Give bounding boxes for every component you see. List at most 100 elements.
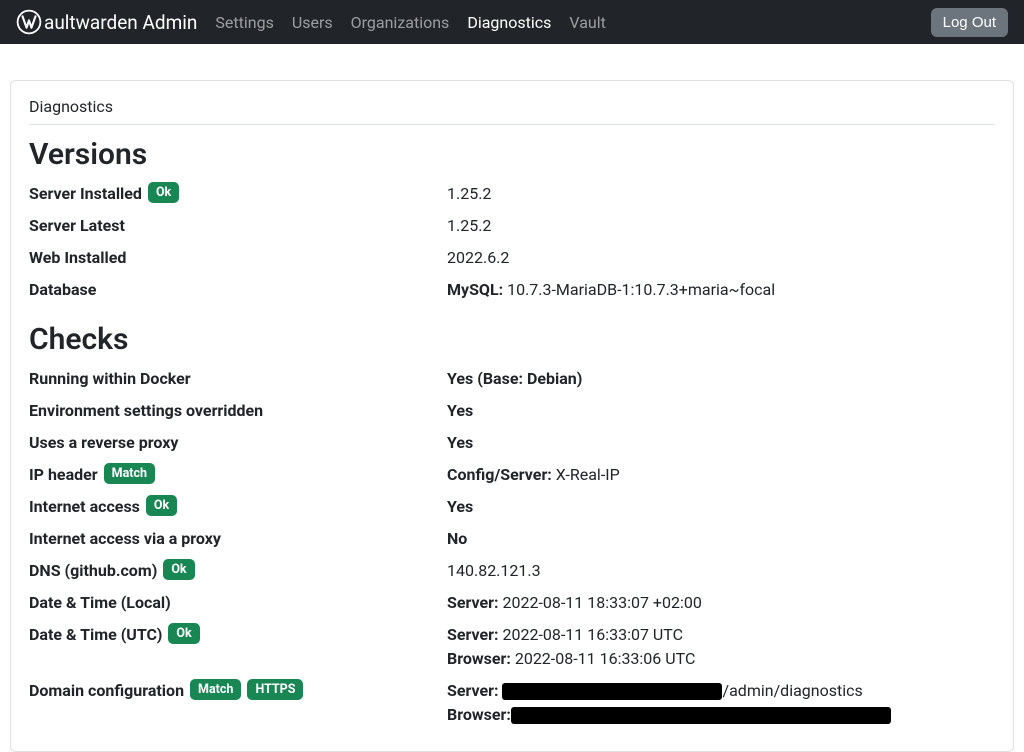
value-text: No <box>447 529 467 548</box>
row-label-text: Server Latest <box>29 214 125 238</box>
status-badge: HTTPS <box>247 679 303 700</box>
checks-heading: Checks <box>29 322 995 357</box>
value-text: 1.25.2 <box>447 216 491 235</box>
nav-link-users[interactable]: Users <box>292 13 333 32</box>
logo-icon <box>16 9 42 35</box>
diag-row: DNS (github.com) Ok 140.82.121.3 <box>29 559 995 583</box>
value-text: Yes <box>447 497 473 516</box>
row-label: Date & Time (UTC)Ok <box>29 623 447 671</box>
row-label-text: Internet access <box>29 495 140 519</box>
value-text: Browser: <box>447 649 515 668</box>
diag-row: Date & Time (UTC)OkServer: 2022-08-11 16… <box>29 623 995 671</box>
value-text: Config/Server: <box>447 465 556 484</box>
status-badge: Ok <box>148 182 179 203</box>
value-text: 2022-08-11 18:33:07 +02:00 <box>502 593 701 612</box>
checks-rows: Running within Docker Yes (Base: Debian) E… <box>29 367 995 727</box>
status-badge: Match <box>190 679 241 700</box>
diag-row: IP header Match Config/Server: X-Real-IP <box>29 463 995 487</box>
row-value: Server: 2022-08-11 16:33:07 UTCBrowser: … <box>447 623 995 671</box>
value-text: Yes <box>447 433 473 452</box>
diag-row: Running within Docker Yes (Base: Debian) <box>29 367 995 391</box>
row-value: 1.25.2 <box>447 182 995 206</box>
row-label: Server Latest <box>29 214 447 238</box>
diag-row: Environment settings overridden Yes <box>29 399 995 423</box>
row-label-text: Domain configuration <box>29 679 184 703</box>
row-label-text: DNS (github.com) <box>29 559 157 583</box>
row-value: 1.25.2 <box>447 214 995 238</box>
value-text: /admin/diagnostics <box>722 681 862 700</box>
nav-link-diagnostics[interactable]: Diagnostics <box>467 13 551 32</box>
value-text: 1.25.2 <box>447 184 491 203</box>
value-text: Browser: <box>447 705 511 724</box>
row-label: Internet access via a proxy <box>29 527 447 551</box>
status-badge: Ok <box>168 623 199 644</box>
row-label: Uses a reverse proxy <box>29 431 447 455</box>
nav-link-organizations[interactable]: Organizations <box>351 13 450 32</box>
versions-heading: Versions <box>29 137 995 172</box>
row-value: Yes (Base: Debian) <box>447 367 995 391</box>
row-label-text: Uses a reverse proxy <box>29 431 178 455</box>
diag-row: Uses a reverse proxy Yes <box>29 431 995 455</box>
row-value: Yes <box>447 399 995 423</box>
row-label-text: Server Installed <box>29 182 142 206</box>
row-label: Server Installed Ok <box>29 182 447 206</box>
row-value: 140.82.121.3 <box>447 559 995 583</box>
status-badge: Ok <box>163 559 194 580</box>
value-text: X-Real-IP <box>556 465 620 484</box>
row-label: IP header Match <box>29 463 447 487</box>
row-label-text: Web Installed <box>29 246 126 270</box>
row-label: DNS (github.com) Ok <box>29 559 447 583</box>
row-label-text: Internet access via a proxy <box>29 527 221 551</box>
row-label-text: Environment settings overridden <box>29 399 263 423</box>
redacted-value <box>502 683 722 700</box>
row-value: Server: 2022-08-11 18:33:07 +02:00 <box>447 591 995 615</box>
nav-link-settings[interactable]: Settings <box>215 13 273 32</box>
value-text: 2022-08-11 16:33:06 UTC <box>515 649 696 668</box>
diag-row: Date & Time (Local) Server: 2022-08-11 18… <box>29 591 995 615</box>
diag-row: Domain configuration Match HTTPS Server: /a… <box>29 679 995 727</box>
row-label-text: Running within Docker <box>29 367 191 391</box>
row-value: Config/Server: X-Real-IP <box>447 463 995 487</box>
row-label: Web Installed <box>29 246 447 270</box>
status-badge: Match <box>104 463 155 484</box>
status-badge: Ok <box>146 495 177 516</box>
value-text: Server: <box>447 625 502 644</box>
row-label: Environment settings overridden <box>29 399 447 423</box>
row-label-text: IP header <box>29 463 98 487</box>
redacted-value <box>511 707 891 724</box>
row-value: No <box>447 527 995 551</box>
value-text: 2022-08-11 16:33:07 UTC <box>502 625 683 644</box>
diag-row: Server Latest 1.25.2 <box>29 214 995 238</box>
value-text: Server: <box>447 681 502 700</box>
nav-links: Settings Users Organizations Diagnostics Vau… <box>215 13 930 32</box>
brand-text: aultwarden Admin <box>44 11 197 34</box>
row-label-text: Date & Time (Local) <box>29 591 171 615</box>
value-text: Server: <box>447 593 502 612</box>
value-text: MySQL: <box>447 280 507 299</box>
row-value: Yes <box>447 495 995 519</box>
row-value: Server: /admin/diagnostics Browser: <box>447 679 995 727</box>
value-text: 2022.6.2 <box>447 248 509 267</box>
card-title: Diagnostics <box>29 97 995 125</box>
diag-row: Internet access via a proxy No <box>29 527 995 551</box>
diag-row: Server Installed Ok 1.25.2 <box>29 182 995 206</box>
diag-row: Web Installed 2022.6.2 <box>29 246 995 270</box>
brand[interactable]: aultwarden Admin <box>16 9 197 35</box>
versions-rows: Server Installed Ok 1.25.2 Server Latest 1.2… <box>29 182 995 302</box>
row-label: Date & Time (Local) <box>29 591 447 615</box>
value-text: Yes (Base: Debian) <box>447 369 582 388</box>
row-label: Database <box>29 278 447 302</box>
navbar: aultwarden Admin Settings Users Organizati… <box>0 0 1024 44</box>
row-label-text: Database <box>29 278 96 302</box>
diagnostics-card: Diagnostics Versions Server Installed Ok 1… <box>10 80 1014 752</box>
row-value: MySQL: 10.7.3-MariaDB-1:10.7.3+maria~foc… <box>447 278 995 302</box>
logout-button[interactable]: Log Out <box>931 8 1008 37</box>
row-label: Domain configuration Match HTTPS <box>29 679 447 727</box>
diag-row: Database MySQL: 10.7.3-MariaDB-1:10.7.3+m… <box>29 278 995 302</box>
value-text: 10.7.3-MariaDB-1:10.7.3+maria~focal <box>507 280 775 299</box>
nav-link-vault[interactable]: Vault <box>569 13 605 32</box>
row-value: Yes <box>447 431 995 455</box>
value-text: Yes <box>447 401 473 420</box>
row-value: 2022.6.2 <box>447 246 995 270</box>
value-text: 140.82.121.3 <box>447 561 541 580</box>
